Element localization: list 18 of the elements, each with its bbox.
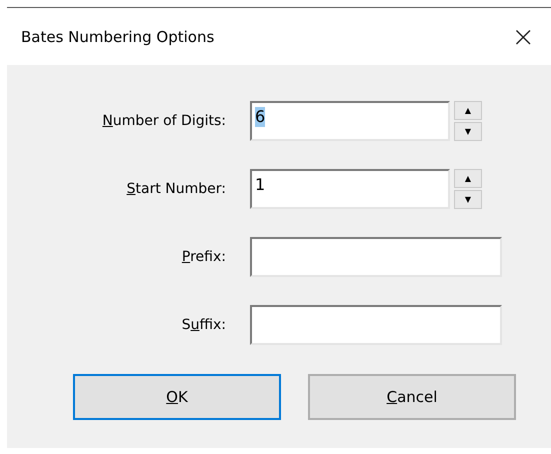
window-title: Bates Numbering Options <box>21 28 214 46</box>
spin-down-button[interactable]: ▼ <box>454 122 482 141</box>
field-label: Prefix: <box>180 249 226 265</box>
spin-up-button[interactable]: ▲ <box>454 101 482 120</box>
input-field[interactable] <box>250 305 502 345</box>
input-field[interactable] <box>250 237 502 277</box>
field-label: Number of Digits: <box>101 113 226 129</box>
spin-up-button[interactable]: ▲ <box>454 169 482 188</box>
ok-button[interactable]: OK <box>73 374 281 420</box>
close-button[interactable]: × <box>508 22 539 50</box>
cancel-button[interactable]: Cancel <box>308 374 516 420</box>
input-field[interactable]: 1 <box>250 169 450 209</box>
input-field[interactable]: 6 <box>250 101 450 141</box>
field-value: 6 <box>255 107 266 127</box>
field-value: 1 <box>255 175 266 195</box>
field-label: Suffix: <box>180 317 226 333</box>
field-label: Start Number: <box>126 181 226 197</box>
spin-down-button[interactable]: ▼ <box>454 190 482 209</box>
